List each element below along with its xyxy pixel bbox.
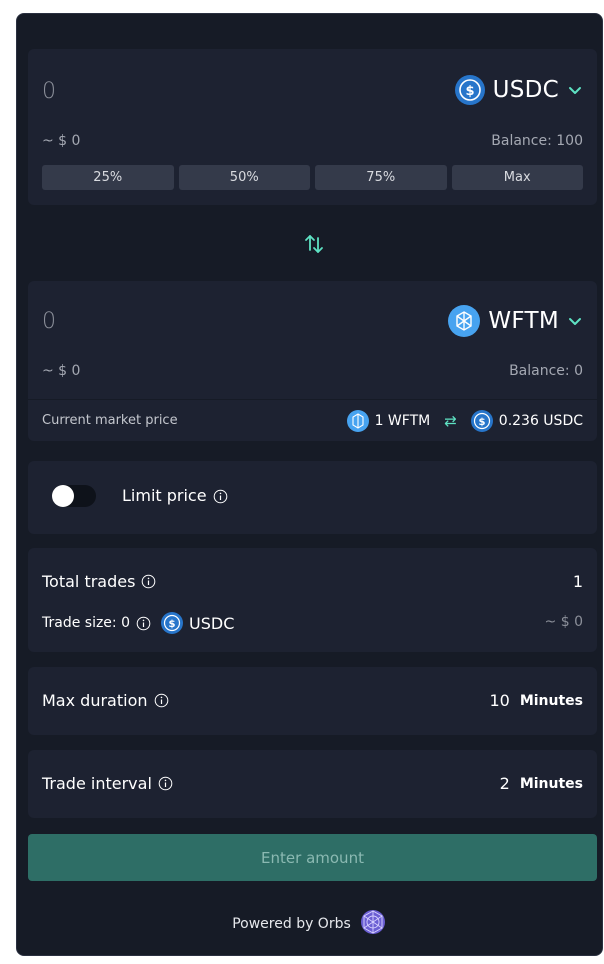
market-price-right: 0.236 USDC — [498, 413, 583, 429]
toggle-knob — [52, 485, 74, 507]
info-icon[interactable] — [158, 776, 173, 791]
percent-75-button[interactable]: 75% — [315, 165, 447, 190]
powered-by-footer[interactable]: Powered by Orbs — [17, 908, 602, 940]
from-token-symbol: USDC — [492, 77, 559, 103]
wftm-icon — [346, 410, 369, 432]
from-balance[interactable]: Balance: 100 — [491, 133, 583, 149]
powered-by-text: Powered by Orbs — [232, 916, 351, 932]
to-token-selector[interactable]: WFTM — [448, 305, 583, 337]
from-token-selector[interactable]: $ USDC — [454, 75, 583, 105]
usdc-icon: $ — [454, 75, 485, 105]
max-duration-value[interactable]: 10 — [489, 691, 509, 710]
trade-interval-label: Trade interval — [42, 774, 173, 793]
to-amount-output: 0 — [42, 309, 56, 334]
info-icon[interactable] — [154, 693, 169, 708]
market-price-label: Current market price — [42, 413, 178, 428]
limit-price-toggle[interactable] — [52, 485, 96, 507]
wftm-icon — [448, 305, 481, 337]
info-icon[interactable] — [213, 489, 228, 504]
trade-size-token: USDC — [189, 613, 235, 633]
max-duration-label: Max duration — [42, 691, 169, 710]
enter-amount-button[interactable]: Enter amount — [28, 834, 597, 881]
market-price-row: Current market price 1 WFTM ⇄ $ 0.236 US… — [28, 399, 597, 441]
usdc-icon: $ — [470, 410, 493, 432]
trade-interval-input[interactable]: 2 Minutes — [500, 774, 583, 793]
market-price-left: 1 WFTM — [374, 413, 431, 429]
market-price-value[interactable]: 1 WFTM ⇄ $ 0.236 USDC — [346, 410, 583, 432]
max-duration-panel: Max duration 10 Minutes — [28, 667, 597, 735]
info-icon[interactable] — [136, 616, 151, 631]
switch-tokens-icon[interactable] — [301, 231, 327, 257]
info-icon[interactable] — [141, 574, 156, 589]
trades-panel: Total trades 1 Trade size: 0 $ USDC ~ $ … — [28, 548, 597, 652]
chevron-down-icon — [569, 87, 581, 94]
from-token-panel: 0 $ USDC ~ $ 0 Balance: 100 25% 50% 75% … — [28, 49, 597, 205]
orbs-logo-icon — [359, 908, 387, 940]
total-trades-input[interactable]: 1 — [573, 572, 583, 591]
percent-buttons: 25% 50% 75% Max — [42, 165, 583, 190]
twap-widget: 0 $ USDC ~ $ 0 Balance: 100 25% 50% 75% … — [16, 13, 603, 956]
percent-25-button[interactable]: 25% — [42, 165, 174, 190]
to-balance: Balance: 0 — [509, 363, 583, 379]
trade-size-label: Trade size: 0 $ USDC — [42, 612, 235, 634]
to-token-symbol: WFTM — [488, 308, 559, 334]
from-amount-input[interactable]: 0 — [42, 79, 56, 104]
to-usd-value: ~ $ 0 — [42, 363, 81, 379]
usdc-icon: $ — [161, 612, 183, 634]
max-duration-input[interactable]: 10 Minutes — [489, 691, 583, 710]
limit-price-panel: Limit price — [28, 461, 597, 534]
trade-interval-unit[interactable]: Minutes — [520, 776, 583, 792]
percent-50-button[interactable]: 50% — [178, 165, 310, 190]
chevron-down-icon — [569, 318, 581, 325]
svg-text:$: $ — [478, 417, 485, 428]
swap-direction-icon[interactable]: ⇄ — [444, 412, 457, 430]
to-token-panel: 0 WFTM ~ $ 0 Balance: 0 — [28, 281, 597, 399]
trade-size-usd: ~ $ 0 — [544, 614, 583, 630]
trade-interval-value[interactable]: 2 — [500, 774, 510, 793]
svg-text:$: $ — [465, 84, 474, 99]
limit-price-label: Limit price — [122, 486, 228, 505]
from-usd-value: ~ $ 0 — [42, 133, 81, 149]
total-trades-label: Total trades — [42, 572, 156, 591]
max-duration-unit[interactable]: Minutes — [520, 693, 583, 709]
max-button[interactable]: Max — [451, 165, 583, 190]
trade-interval-panel: Trade interval 2 Minutes — [28, 750, 597, 818]
svg-text:$: $ — [169, 619, 176, 630]
